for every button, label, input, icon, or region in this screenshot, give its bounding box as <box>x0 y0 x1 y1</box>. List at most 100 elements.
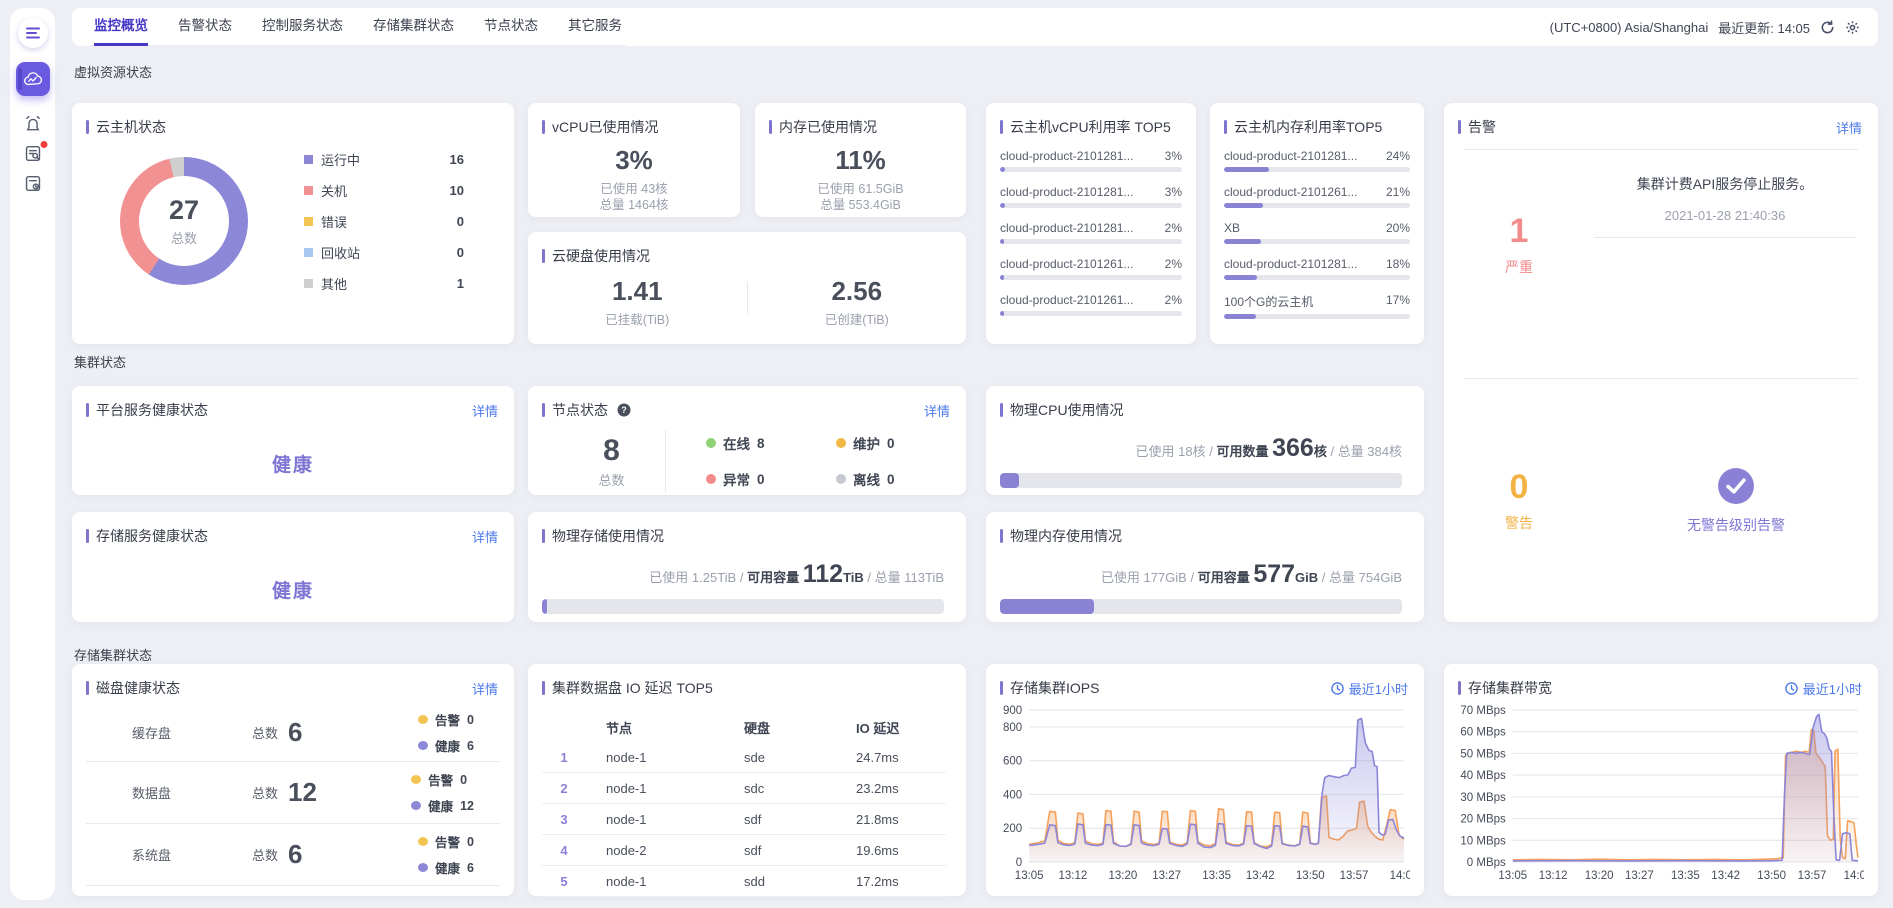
disk-detail-link[interactable]: 详情 <box>472 679 498 698</box>
svg-text:50 MBps: 50 MBps <box>1460 748 1506 760</box>
sidebar-item-inspection[interactable] <box>23 144 42 168</box>
tab-alarm-status[interactable]: 告警状态 <box>178 8 232 46</box>
tab-control-service-status[interactable]: 控制服务状态 <box>262 8 343 46</box>
header-right: (UTC+0800) Asia/Shanghai 最近更新: 14:05 <box>1550 18 1860 37</box>
table-row: 4node-2sdf19.6ms <box>542 835 946 866</box>
alarm-icon <box>23 114 42 138</box>
warning-count: 0 <box>1510 468 1529 507</box>
svg-text:14:05: 14:05 <box>1844 870 1864 882</box>
title-accent-bar <box>1000 681 1003 695</box>
io-latency-card: 集群数据盘 IO 延迟 TOP5 节点硬盘IO 延迟 1node-1sde24.… <box>528 664 966 896</box>
node-status-grid: 在线8 维护0 异常0 离线0 <box>706 433 966 489</box>
physical-memory-card: 物理内存使用情况 已使用 177GiB / 可用容量 577GiB / 总量 7… <box>986 512 1424 622</box>
physical-memory-progressbar <box>1000 599 1402 614</box>
legend-value: 0 <box>457 245 464 260</box>
tab-node-status[interactable]: 节点状态 <box>484 8 538 46</box>
notification-badge <box>40 141 47 148</box>
svg-text:13:12: 13:12 <box>1539 870 1568 882</box>
progress-fill <box>1000 599 1094 614</box>
legend-label: 关机 <box>321 181 347 200</box>
node-total: 8 <box>558 434 665 468</box>
svg-text:10 MBps: 10 MBps <box>1460 835 1506 847</box>
svg-text:13:27: 13:27 <box>1625 870 1654 882</box>
svg-text:?: ? <box>621 405 627 415</box>
alarm-card: 告警详情 1 严重 集群计费API服务停止服务。 2021-01-28 21:4… <box>1444 103 1878 622</box>
legend-label: 运行中 <box>321 150 360 169</box>
legend-item: 关机 10 <box>304 180 464 200</box>
storage-detail-link[interactable]: 详情 <box>472 527 498 546</box>
card-title-row: 云主机状态 <box>72 103 514 137</box>
card-title: 磁盘健康状态 <box>96 678 180 698</box>
top5-vcpu-list: cloud-product-2101281...3% cloud-product… <box>986 137 1196 316</box>
doc-search-icon <box>23 144 42 168</box>
node-status-card: 节点状态 ? 详情 8 总数 在线8 维护0 异常0 离线0 <box>528 386 966 495</box>
help-icon[interactable]: ? <box>617 403 631 417</box>
status-dot <box>706 438 716 448</box>
bandwidth-range-link[interactable]: 最近1小时 <box>1785 679 1862 698</box>
section-storage-cluster: 存储集群状态 <box>74 645 152 664</box>
platform-detail-link[interactable]: 详情 <box>472 401 498 420</box>
card-title: 物理内存使用情况 <box>1010 526 1122 546</box>
vm-donut-center: 27 总数 <box>139 176 229 266</box>
svg-text:13:35: 13:35 <box>1671 870 1700 882</box>
volume-created: 2.56 已创建(TiB) <box>748 276 967 328</box>
platform-health-card: 平台服务健康状态详情 健康 <box>72 386 514 495</box>
timezone-label: (UTC+0800) Asia/Shanghai <box>1550 20 1709 35</box>
status-dot <box>411 775 421 784</box>
top5-item: cloud-product-2101281...24% <box>1224 149 1410 172</box>
legend-swatch <box>304 186 313 195</box>
sidebar-item-report[interactable] <box>23 174 42 198</box>
volume-mounted-label: 已挂载(TiB) <box>528 312 747 328</box>
title-accent-bar <box>1000 529 1003 543</box>
divider <box>665 430 666 492</box>
card-title: 存储集群带宽 <box>1468 678 1552 698</box>
physical-storage-card: 物理存储使用情况 已使用 1.25TiB / 可用容量 112TiB / 总量 … <box>528 512 966 622</box>
svg-text:13:50: 13:50 <box>1757 870 1786 882</box>
svg-text:600: 600 <box>1003 756 1022 768</box>
status-dot <box>411 801 421 810</box>
storage-health-card: 存储服务健康状态详情 健康 <box>72 512 514 622</box>
sidebar <box>10 8 55 900</box>
refresh-icon[interactable] <box>1820 20 1835 35</box>
critical-count: 1 <box>1510 212 1529 251</box>
physical-memory-stats: 已使用 177GiB / 可用容量 577GiB / 总量 754GiB <box>986 546 1424 589</box>
svg-text:30 MBps: 30 MBps <box>1460 792 1506 804</box>
gear-icon[interactable] <box>1845 20 1860 35</box>
disk-row: 数据盘总数12 告警0 健康12 <box>86 762 500 824</box>
volume-usage-card: 云硬盘使用情况 1.41 已挂载(TiB) 2.56 已创建(TiB) <box>528 232 966 344</box>
legend-swatch <box>304 248 313 257</box>
volume-created-value: 2.56 <box>748 276 967 307</box>
critical-count-block: 1 严重 <box>1444 110 1594 378</box>
iops-range-link[interactable]: 最近1小时 <box>1331 679 1408 698</box>
top5-item: cloud-product-2101261...2% <box>1000 293 1182 316</box>
tab-storage-cluster-status[interactable]: 存储集群状态 <box>373 8 454 46</box>
title-accent-bar <box>542 120 545 134</box>
svg-text:14:05: 14:05 <box>1390 870 1410 882</box>
menu-toggle-button[interactable] <box>18 18 48 48</box>
svg-text:900: 900 <box>1003 705 1022 717</box>
menu-icon <box>25 26 41 40</box>
section-virtual-resources: 虚拟资源状态 <box>74 62 152 81</box>
legend-value: 10 <box>450 183 464 198</box>
legend-item: 错误0 <box>304 211 464 231</box>
title-accent-bar <box>1000 403 1003 417</box>
memory-detail: 已使用 61.5GiB总量 553.4GiB <box>755 181 966 213</box>
alarm-detail-link[interactable]: 详情 <box>1836 118 1862 137</box>
legend-item: 回收站0 <box>304 242 464 262</box>
sidebar-item-alarm[interactable] <box>23 114 42 138</box>
svg-text:13:42: 13:42 <box>1711 870 1740 882</box>
physical-storage-stats: 已使用 1.25TiB / 可用容量 112TiB / 总量 113TiB <box>528 546 966 589</box>
tab-other-services[interactable]: 其它服务 <box>568 8 622 46</box>
svg-text:13:12: 13:12 <box>1059 870 1088 882</box>
svg-text:20 MBps: 20 MBps <box>1460 814 1506 826</box>
status-dot <box>836 474 846 484</box>
tab-monitor-overview[interactable]: 监控概览 <box>94 8 148 46</box>
no-warning-block: 无警告级别告警 <box>1594 379 1878 622</box>
title-accent-bar <box>542 249 545 263</box>
card-title: 存储集群IOPS <box>1010 678 1099 698</box>
table-row: 2node-1sdc23.2ms <box>542 773 946 804</box>
svg-text:400: 400 <box>1003 789 1022 801</box>
node-detail-link[interactable]: 详情 <box>924 401 950 420</box>
node-total-block: 8 总数 <box>558 434 665 489</box>
card-title: 物理CPU使用情况 <box>1010 400 1124 420</box>
